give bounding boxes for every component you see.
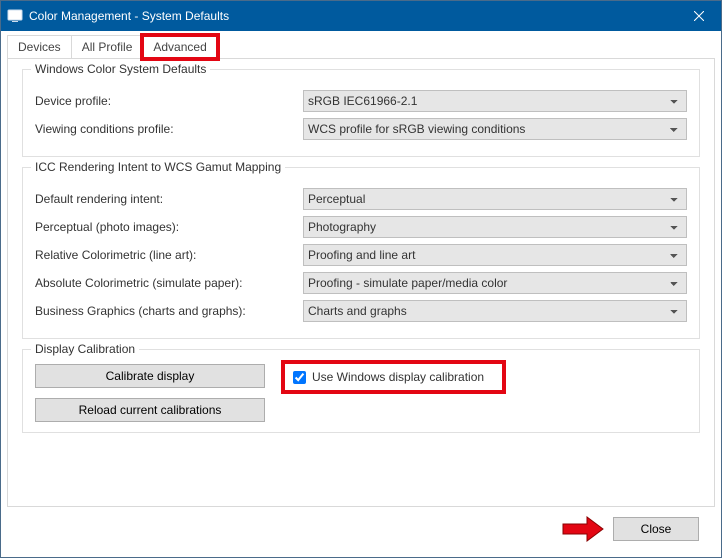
absolute-colorimetric-label: Absolute Colorimetric (simulate paper): <box>35 276 303 290</box>
absolute-colorimetric-select[interactable]: Proofing - simulate paper/media color <box>303 272 687 294</box>
group-wcs-defaults: Windows Color System Defaults Device pro… <box>22 69 700 157</box>
default-intent-select[interactable]: Perceptual <box>303 188 687 210</box>
use-windows-calibration-label: Use Windows display calibration <box>312 370 484 384</box>
tab-devices[interactable]: Devices <box>7 35 72 58</box>
business-graphics-select[interactable]: Charts and graphs <box>303 300 687 322</box>
footer: Close <box>7 507 715 551</box>
window-body: Devices All Profile Advanced Windows Col… <box>1 31 721 557</box>
window-close-button[interactable] <box>676 1 721 31</box>
close-button[interactable]: Close <box>613 517 699 541</box>
default-intent-label: Default rendering intent: <box>35 192 303 206</box>
group-icc-title: ICC Rendering Intent to WCS Gamut Mappin… <box>31 160 285 174</box>
use-windows-calibration-wrap[interactable]: Use Windows display calibration <box>285 364 502 390</box>
app-icon <box>7 8 23 24</box>
business-graphics-label: Business Graphics (charts and graphs): <box>35 304 303 318</box>
perceptual-label: Perceptual (photo images): <box>35 220 303 234</box>
reload-calibrations-button[interactable]: Reload current calibrations <box>35 398 265 422</box>
tab-all-profiles[interactable]: All Profile <box>71 35 144 58</box>
perceptual-select[interactable]: Photography <box>303 216 687 238</box>
use-windows-calibration-checkbox[interactable] <box>293 371 306 384</box>
window-root: Color Management - System Defaults Devic… <box>0 0 722 558</box>
group-icc-mapping: ICC Rendering Intent to WCS Gamut Mappin… <box>22 167 700 339</box>
group-wcs-title: Windows Color System Defaults <box>31 62 210 76</box>
device-profile-select[interactable]: sRGB IEC61966-2.1 <box>303 90 687 112</box>
calibrate-display-button[interactable]: Calibrate display <box>35 364 265 388</box>
viewing-conditions-select[interactable]: WCS profile for sRGB viewing conditions <box>303 118 687 140</box>
tab-panel-advanced: Windows Color System Defaults Device pro… <box>7 58 715 507</box>
viewing-conditions-label: Viewing conditions profile: <box>35 122 303 136</box>
group-calib-title: Display Calibration <box>31 342 139 356</box>
close-icon <box>694 11 704 21</box>
titlebar: Color Management - System Defaults <box>1 1 721 31</box>
window-title: Color Management - System Defaults <box>29 9 676 23</box>
group-display-calibration: Display Calibration Calibrate display Re… <box>22 349 700 433</box>
relative-colorimetric-select[interactable]: Proofing and line art <box>303 244 687 266</box>
tab-advanced[interactable]: Advanced <box>142 35 217 59</box>
tab-strip: Devices All Profile Advanced <box>7 35 715 58</box>
annotation-arrow-icon <box>557 515 605 543</box>
relative-colorimetric-label: Relative Colorimetric (line art): <box>35 248 303 262</box>
device-profile-label: Device profile: <box>35 94 303 108</box>
